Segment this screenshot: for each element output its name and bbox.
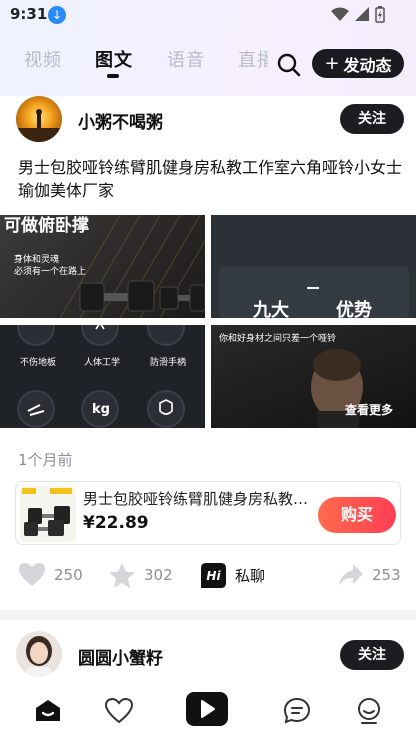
download-icon: ↓ xyxy=(48,6,66,24)
image-4-caption: 你和好身材之间只差一个哑铃 xyxy=(219,334,337,344)
battery-icon xyxy=(375,6,385,23)
avatar-image xyxy=(16,631,62,677)
like-count: 250 xyxy=(54,566,83,584)
image-2-right-text: 优势 xyxy=(336,300,372,318)
see-more-label[interactable]: 查看更多 xyxy=(345,401,393,418)
heart-icon[interactable] xyxy=(104,696,134,726)
image-1-title: 可做俯卧撑 xyxy=(4,216,89,236)
app-screen: 9:31 ↓ 视频 图文 语音 直播 + 发动态 小粥不喝粥 关注 男士包胶哑铃… xyxy=(0,0,416,740)
heart-icon xyxy=(19,563,45,586)
post-image-3[interactable]: 不伤地板 人体工学 防滑手柄 kg xyxy=(0,325,205,428)
post-time: 1个月前 xyxy=(18,451,73,469)
image-2-left-text: 九大 xyxy=(253,300,289,318)
share-button[interactable]: 253 xyxy=(338,558,401,592)
avatar[interactable] xyxy=(16,96,62,142)
feature-label-3: 防滑手柄 xyxy=(150,358,187,368)
plus-icon: + xyxy=(324,53,340,74)
like-button[interactable]: 250 xyxy=(18,558,83,592)
username[interactable]: 圆圆小蟹籽 xyxy=(78,644,163,669)
post-divider xyxy=(0,610,416,620)
avatar-image xyxy=(16,96,62,142)
product-title: 男士包胶哑铃练臂肌健身房私教工作室六角哑铃 xyxy=(83,490,311,508)
status-time: 9:31 xyxy=(10,5,48,23)
follow-button[interactable]: 关注 xyxy=(340,640,404,670)
post-button[interactable]: + 发动态 xyxy=(312,49,404,78)
image-1-sub2: 必须有一个在路上 xyxy=(14,267,87,277)
private-chat-button[interactable]: Hi 私聊 xyxy=(200,558,265,592)
product-price: ¥22.89 xyxy=(83,513,149,533)
product-thumbnail xyxy=(20,486,76,542)
tab-live[interactable]: 直播 xyxy=(238,46,268,72)
tab-video[interactable]: 视频 xyxy=(24,46,62,72)
weight-icon: kg xyxy=(92,402,110,417)
post-image-4[interactable]: 你和好身材之间只差一个哑铃 查看更多 xyxy=(211,325,416,428)
share-count: 253 xyxy=(372,566,401,584)
cell-signal-icon xyxy=(355,7,369,21)
bottom-navigation xyxy=(0,686,416,740)
feature-label-1: 不伤地板 xyxy=(20,358,57,368)
post-button-label: 发动态 xyxy=(343,55,392,75)
favorite-count: 302 xyxy=(144,566,173,584)
hi-chat-icon: Hi xyxy=(201,562,226,588)
feature-label-2: 人体工学 xyxy=(84,358,121,368)
star-icon xyxy=(109,562,135,588)
search-icon[interactable] xyxy=(276,52,302,78)
image-2-dash xyxy=(307,287,319,289)
avatar[interactable] xyxy=(16,631,62,677)
profile-icon[interactable] xyxy=(354,696,384,726)
message-icon[interactable] xyxy=(282,696,312,726)
image-2-panel xyxy=(219,267,409,318)
username[interactable]: 小粥不喝粥 xyxy=(78,108,163,133)
post-image-2[interactable]: 九大 优势 xyxy=(211,215,416,318)
tab-image-text[interactable]: 图文 xyxy=(95,46,133,72)
post-image-1[interactable]: 可做俯卧撑 — 身体和灵魂 必须有一个在路上 xyxy=(0,215,205,318)
follow-button[interactable]: 关注 xyxy=(340,104,404,134)
post-actions: 250 302 Hi 私聊 253 xyxy=(0,558,416,592)
tab-voice[interactable]: 语音 xyxy=(167,46,205,72)
wifi-icon xyxy=(331,7,349,21)
active-tab-indicator xyxy=(107,74,119,78)
status-bar: 9:31 ↓ xyxy=(0,0,416,30)
buy-button[interactable]: 购买 xyxy=(318,497,396,533)
category-tabs: 视频 图文 语音 直播 xyxy=(0,46,300,82)
post-content: 男士包胶哑铃练臂肌健身房私教工作室六角哑铃小女士瑜伽美体厂家 xyxy=(18,158,403,200)
private-chat-label: 私聊 xyxy=(235,566,266,585)
play-icon[interactable] xyxy=(186,692,228,726)
home-icon[interactable] xyxy=(33,696,63,726)
svg-text:Hi: Hi xyxy=(206,569,221,583)
dumbbell-product-image xyxy=(22,488,72,536)
product-card[interactable]: 男士包胶哑铃练臂肌健身房私教工作室六角哑铃 ¥22.89 购买 xyxy=(15,481,401,545)
share-icon xyxy=(339,564,363,586)
favorite-button[interactable]: 302 xyxy=(108,558,173,592)
